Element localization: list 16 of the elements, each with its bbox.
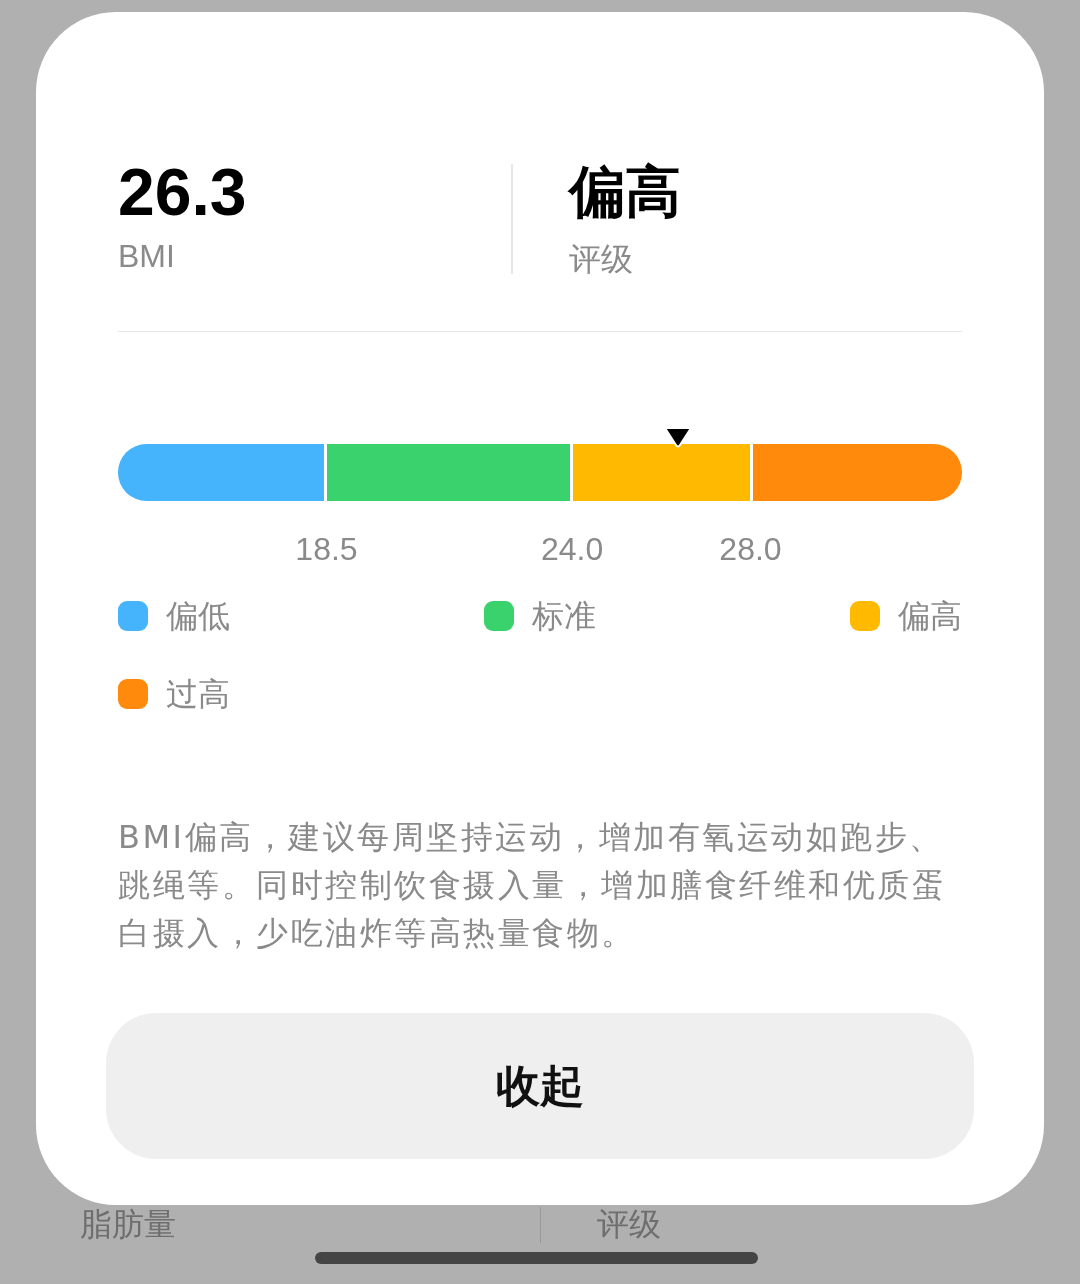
legend-label: 偏高	[898, 597, 962, 635]
legend-label: 标准	[532, 597, 596, 635]
metric-value: 26.3	[118, 154, 248, 230]
home-indicator[interactable]	[315, 1252, 758, 1264]
scale-tick-label: 18.5	[295, 531, 358, 568]
metric-label: 评级	[597, 1204, 661, 1245]
metric-label: BMI	[118, 238, 176, 275]
metric-value: 偏高	[569, 158, 682, 226]
metric-label: 脂肪量	[80, 1204, 177, 1245]
legend-label: 偏低	[166, 597, 230, 635]
legend-label: 过高	[166, 675, 230, 713]
scale-tick-label: 28.0	[719, 531, 782, 568]
advice-text: BMI偏高，建议每周坚持运动，增加有氧运动如跑步、跳绳等。同时控制饮食摄入量，增加膳食纤维和优质蛋白摄入，少吃油炸等高热量食物。	[118, 817, 947, 954]
scale-tick-label: 24.0	[540, 531, 604, 568]
metric-label: 评级	[569, 240, 634, 279]
collapse-button[interactable]: 收起	[106, 1013, 974, 1159]
